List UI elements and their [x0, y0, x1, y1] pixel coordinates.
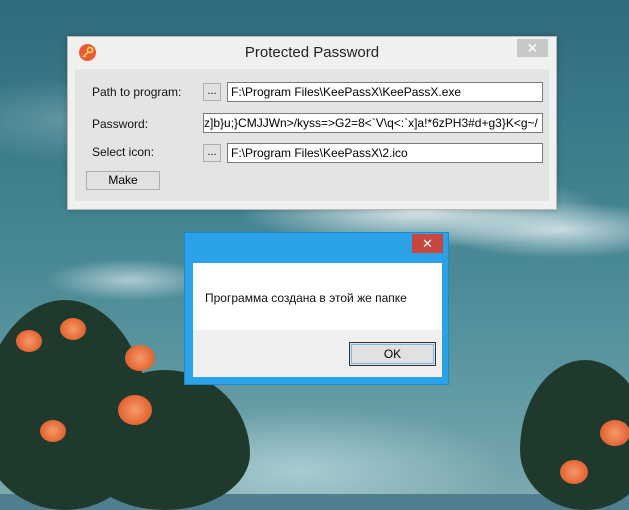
browse-path-button[interactable]: ...	[203, 83, 221, 101]
flower	[560, 460, 588, 484]
message-content: Программа создана в этой же папке	[193, 263, 442, 330]
flower	[60, 318, 86, 340]
protected-password-window: Protected Password ✕ Path to program: ..…	[67, 36, 557, 210]
window-title: Protected Password	[244, 44, 380, 61]
icon-path-input[interactable]: F:\Program Files\KeePassX\2.ico	[227, 143, 543, 163]
dialog-footer: OK	[193, 330, 442, 377]
close-button[interactable]: ✕	[517, 39, 548, 57]
flower	[16, 330, 42, 352]
dialog-close-button[interactable]: ✕	[412, 234, 443, 253]
flower	[125, 345, 155, 371]
path-input[interactable]: F:\Program Files\KeePassX\KeePassX.exe	[227, 82, 543, 102]
title-bar[interactable]: Protected Password ✕	[68, 37, 556, 69]
message-text: Программа создана в этой же папке	[205, 291, 407, 305]
message-dialog: ✕ Программа создана в этой же папке OK	[184, 232, 449, 385]
password-input[interactable]: z]b}u;}CMJJWn>/kyss=>G2=8<`V\q<:`x]a!*6z…	[203, 113, 543, 133]
make-button[interactable]: Make	[86, 171, 160, 190]
password-label: Password:	[92, 117, 149, 131]
browse-icon-button[interactable]: ...	[203, 144, 221, 162]
flower	[118, 395, 152, 425]
flower	[40, 420, 66, 442]
flower	[600, 420, 629, 446]
path-label: Path to program:	[92, 85, 182, 99]
password-text: z]b}u;}CMJJWn>/kyss=>G2=8<`V\q<:`x]a!*6z…	[204, 116, 538, 130]
ok-button[interactable]: OK	[349, 342, 436, 366]
icon-label: Select icon:	[92, 145, 155, 159]
